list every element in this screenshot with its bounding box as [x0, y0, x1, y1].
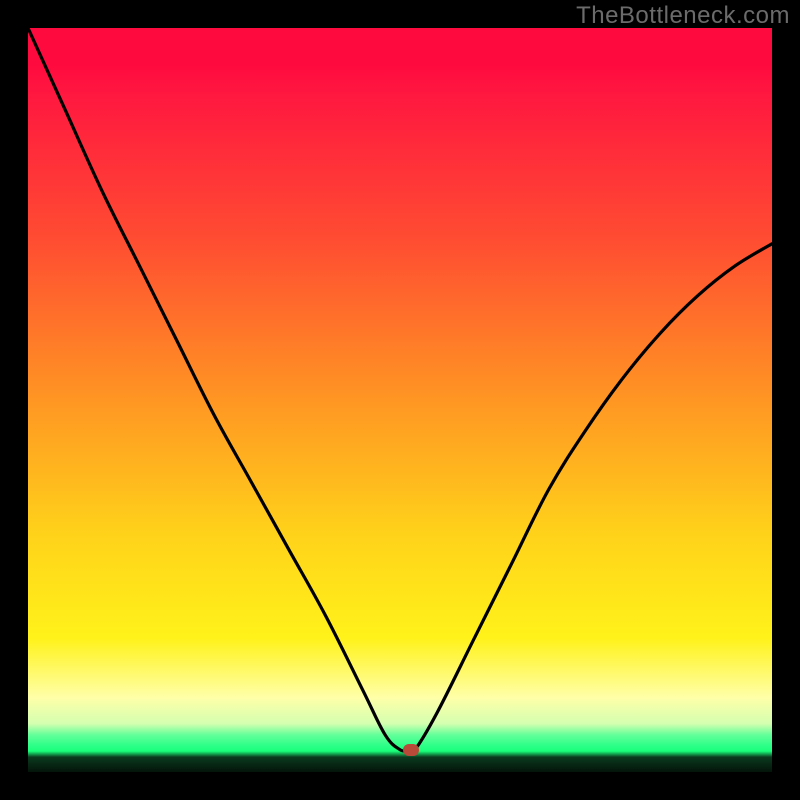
chart-frame: TheBottleneck.com — [0, 0, 800, 800]
watermark-text: TheBottleneck.com — [576, 2, 790, 30]
optimum-marker — [403, 744, 419, 756]
plot-area — [28, 28, 772, 772]
bottleneck-curve — [28, 28, 772, 772]
